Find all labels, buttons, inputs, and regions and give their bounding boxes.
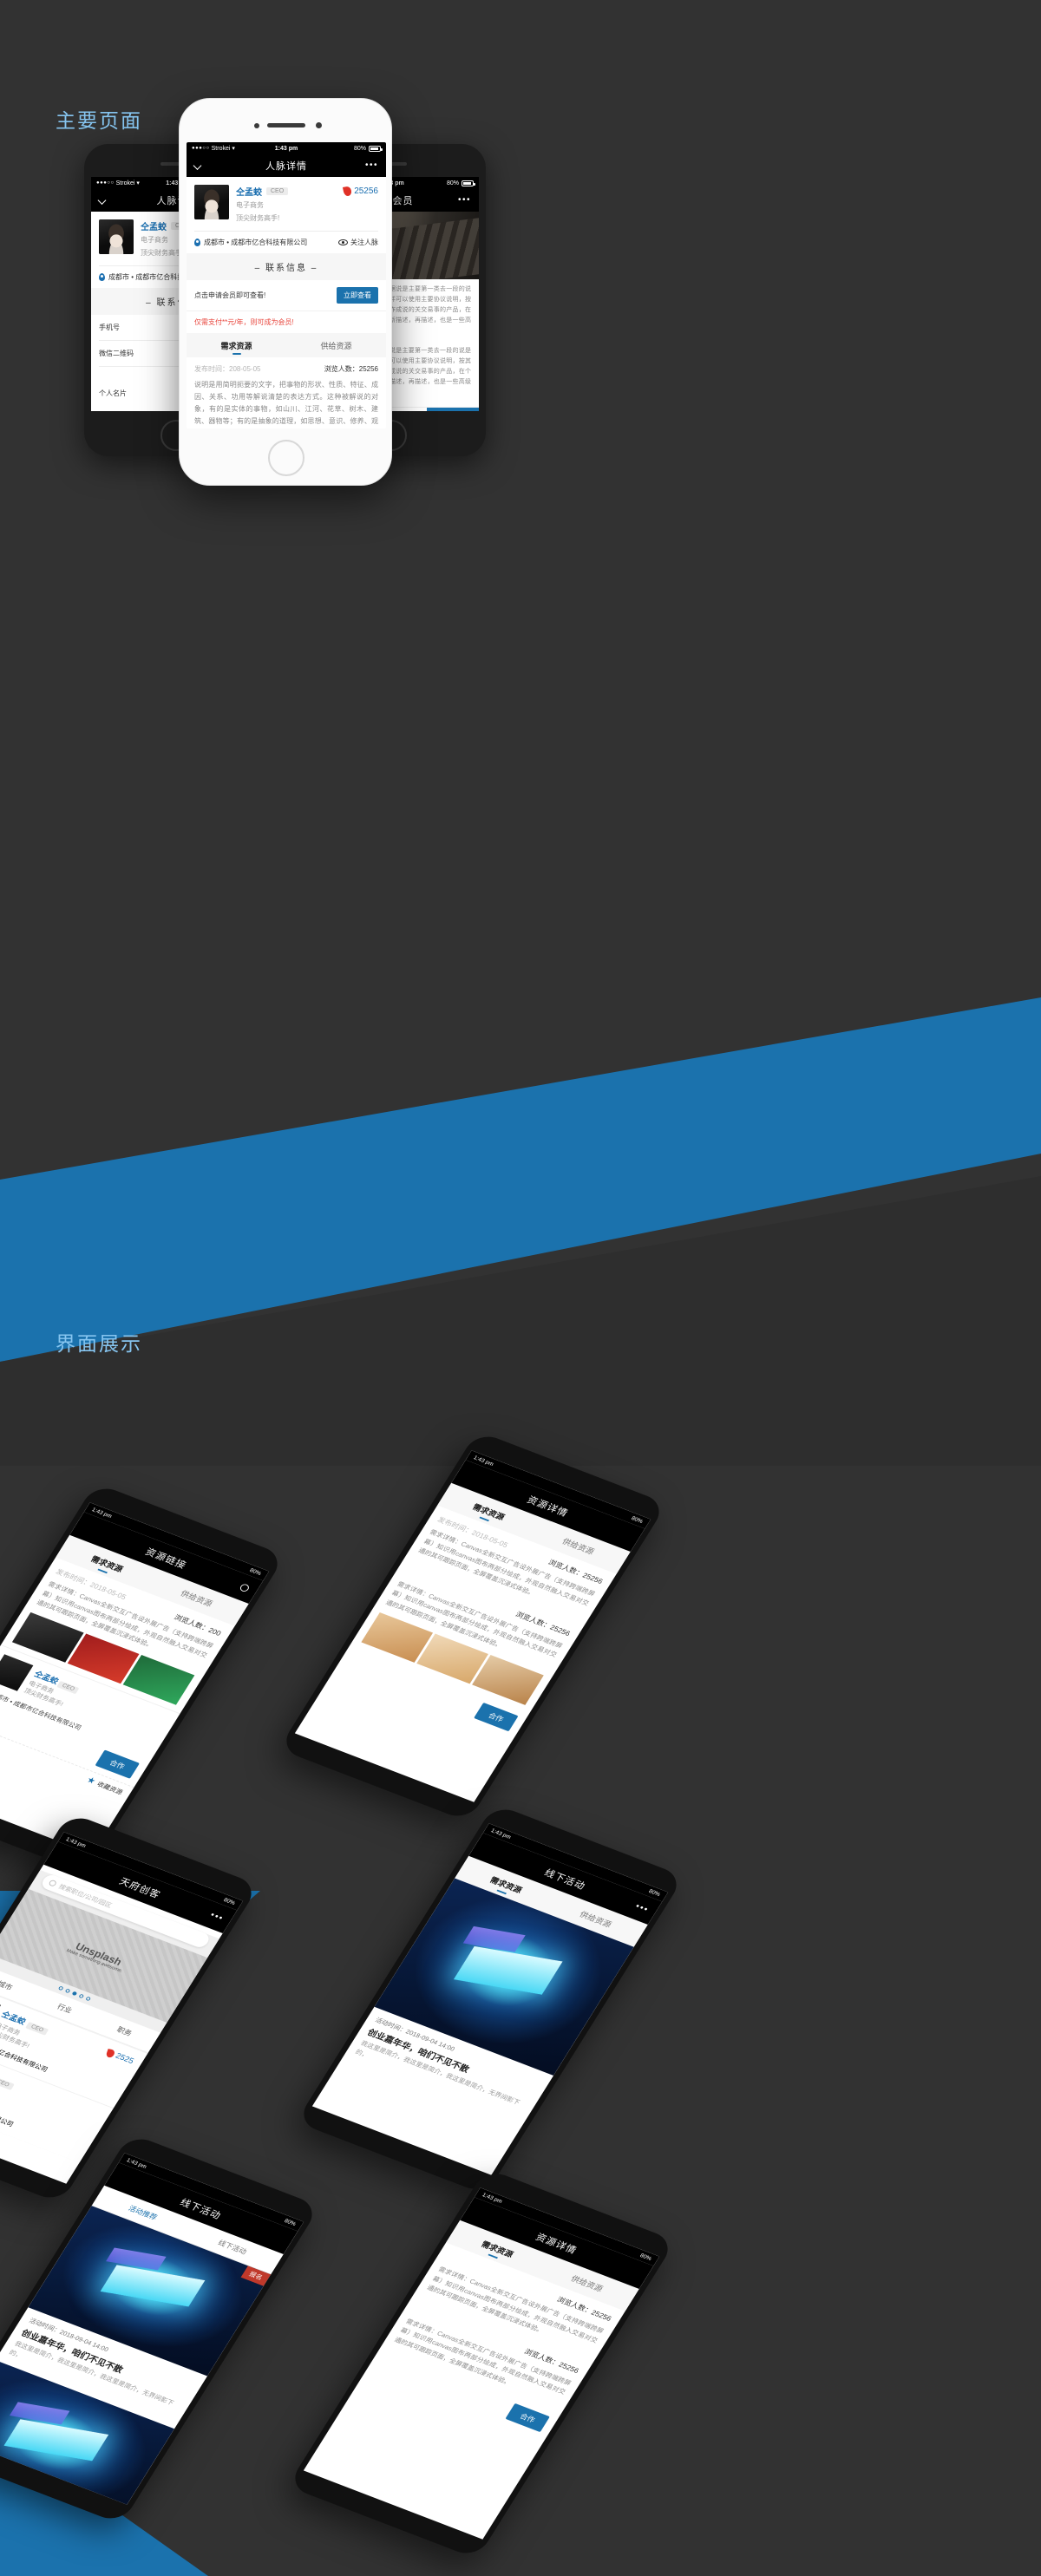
proximity-sensor xyxy=(254,123,259,128)
resource-tabs: 需求资源 供给资源 xyxy=(187,333,386,357)
hot-count-block: 2525 xyxy=(105,2047,136,2066)
views-count: 浏览人数：25256 xyxy=(324,365,378,373)
profile-name[interactable]: 仝孟蛟 xyxy=(236,185,262,198)
more-dots-icon[interactable]: ••• xyxy=(208,1911,226,1924)
eye-icon xyxy=(338,239,348,245)
location-pin-icon xyxy=(194,239,200,246)
more-dots-icon[interactable]: ••• xyxy=(458,196,471,205)
hot-count: 25256 xyxy=(354,186,378,196)
field-label: 微信二维码 xyxy=(99,350,134,357)
star-icon: ★ xyxy=(84,1775,98,1787)
location-text: 成都市 • 成都市亿合科技有限公司 xyxy=(204,239,308,246)
follow-label: 关注人脉 xyxy=(350,239,378,246)
battery-percent-label: 80% xyxy=(638,2252,653,2262)
battery-percent-label: 80% xyxy=(248,1567,263,1577)
hot-count: 2525 xyxy=(114,2051,135,2066)
search-icon xyxy=(48,1879,58,1887)
home-button[interactable] xyxy=(268,440,304,476)
nav-bar: 人脉详情 ••• xyxy=(187,154,386,177)
screen-contact-detail: ●●●○○ Strokei ▾ 1:43 pm 80% 人脉详情 ••• 仝孟蛟 xyxy=(187,142,386,428)
profile-block: 仝孟蛟 CEO 电子商务 顶尖财务高手! 25256 xyxy=(187,177,386,231)
showcase-phone-event-detail: 1:43 pm 80% 线下活动 ••• 需求资源 供给资源 活动时间：2018… xyxy=(296,1803,684,2195)
showcase-phone-resource-link: 1:43 pm 80% 资源链接 需求资源 供给资源 发布时间：2018-05-… xyxy=(0,1482,285,1874)
resource-meta-row: 发布时间：208-05-05 浏览人数：25256 xyxy=(187,357,386,377)
person-role-tag: CEO xyxy=(0,2076,15,2090)
flame-icon xyxy=(343,186,353,197)
clock-label: 1:43 pm xyxy=(274,145,298,152)
profile-role-tag: CEO xyxy=(266,187,289,195)
flame-icon xyxy=(105,2049,116,2058)
section-title-showcase: 界面展示 xyxy=(56,1332,142,1355)
battery-icon xyxy=(462,180,475,186)
follow-contact-button[interactable]: 关注人脉 xyxy=(338,238,378,247)
battery-percent-label: 80% xyxy=(630,1515,645,1525)
profile-industry: 电子商务 xyxy=(236,201,264,209)
resource-body-text: 说明是用简明扼要的文字，把事物的形状、性质、特征、成因、关系、功用等解说清楚的表… xyxy=(194,381,378,425)
battery-percent-label: 80% xyxy=(222,1897,237,1906)
field-label: 个人名片 xyxy=(99,389,127,397)
hot-count-block: 25256 xyxy=(343,185,378,197)
cooperate-button[interactable]: 合作 xyxy=(474,1702,519,1731)
phone-mockup-center: ●●●○○ Strokei ▾ 1:43 pm 80% 人脉详情 ••• 仝孟蛟 xyxy=(179,98,392,486)
contact-section-title: – 联系信息 – xyxy=(187,253,386,280)
tab-demand-resource[interactable]: 需求资源 xyxy=(187,333,286,357)
profile-slogan: 顶尖财务高手! xyxy=(236,214,280,222)
search-icon[interactable] xyxy=(239,1583,251,1593)
status-bar: ●●●○○ Strokei ▾ 1:43 pm 80% xyxy=(187,142,386,154)
back-chevron-icon[interactable] xyxy=(193,161,202,170)
avatar xyxy=(194,185,229,219)
battery-percent-label: 80% xyxy=(283,2218,298,2227)
field-label: 手机号 xyxy=(99,324,120,331)
location-pin-icon xyxy=(99,273,105,281)
showcase-phone-resource-detail: 1:43 pm 80% 资源详情 需求资源 供给资源 发布时间：2018-05-… xyxy=(278,1430,667,1822)
showcase-phone-resource-list: 1:43 pm 80% 资源详情 需求资源 供给资源 浏览人数：25256 需求… xyxy=(287,2167,676,2560)
apply-hint-row: 点击申请会员即可查看! 立即查看 xyxy=(187,280,386,311)
phone-speaker xyxy=(267,123,305,127)
avatar xyxy=(99,219,134,254)
section-title-main-pages: 主要页面 xyxy=(56,109,142,132)
back-chevron-icon[interactable] xyxy=(97,196,107,205)
pay-now-button[interactable]: 立即支付 xyxy=(426,407,479,411)
favorite-label: 收藏资源 xyxy=(95,1780,124,1796)
battery-icon xyxy=(369,145,383,152)
location-row: 成都市 • 成都市亿合科技有限公司 关注人脉 xyxy=(187,232,386,253)
member-price-notice: 仅需支付**元/年，则可成为会员! xyxy=(187,311,386,333)
front-camera xyxy=(316,122,322,128)
view-now-button[interactable]: 立即查看 xyxy=(337,287,378,304)
battery-percent-label: 80% xyxy=(647,1888,662,1898)
apply-hint-text: 点击申请会员即可查看! xyxy=(194,291,266,299)
more-dots-icon[interactable]: ••• xyxy=(365,161,378,170)
publish-time: 发布时间：208-05-05 xyxy=(194,365,261,373)
profile-name[interactable]: 仝孟蛟 xyxy=(141,219,167,232)
tab-supply-resource[interactable]: 供给资源 xyxy=(286,333,386,357)
more-dots-icon[interactable]: ••• xyxy=(633,1902,651,1915)
nav-title: 人脉详情 xyxy=(265,161,307,172)
